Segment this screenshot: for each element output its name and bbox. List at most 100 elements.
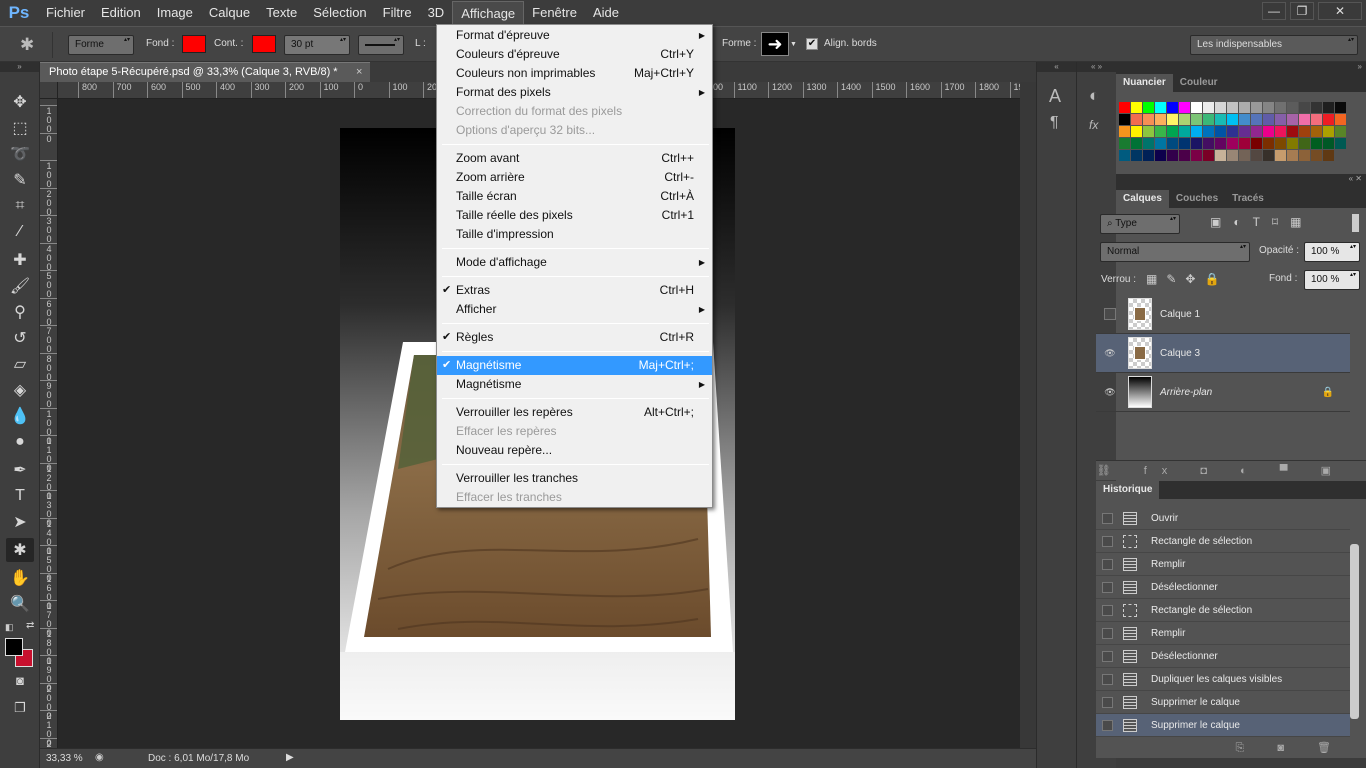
- brush-tool-icon[interactable]: 🖌: [6, 274, 34, 298]
- move-tool-icon[interactable]: ✥: [6, 90, 34, 114]
- swatch-cell[interactable]: [1287, 138, 1298, 149]
- menu-aide[interactable]: Aide: [585, 1, 627, 25]
- shape-mode-select[interactable]: Forme: [68, 35, 134, 55]
- swatch-cell[interactable]: [1311, 114, 1322, 125]
- swatch-cell[interactable]: [1167, 102, 1178, 113]
- swatch-cell[interactable]: [1179, 138, 1190, 149]
- restore-button[interactable]: ❐: [1290, 2, 1314, 20]
- eye-icon[interactable]: 👁: [1104, 347, 1116, 359]
- vertical-ruler[interactable]: 100 0 100 200 300 400 500 600 700 800 900 1000 1100 1…: [40, 99, 58, 748]
- swatch-cell[interactable]: [1335, 102, 1346, 113]
- layer-filter-select[interactable]: ⌕ Type: [1100, 214, 1180, 234]
- swatch-cell[interactable]: [1167, 126, 1178, 137]
- swatch-cell[interactable]: [1251, 114, 1262, 125]
- history-source-checkbox[interactable]: [1102, 512, 1113, 524]
- swatch-cell[interactable]: [1203, 114, 1214, 125]
- tab-layers[interactable]: Calques: [1116, 190, 1169, 208]
- swatch-cell[interactable]: [1131, 150, 1142, 161]
- swatch-cell[interactable]: [1119, 102, 1130, 113]
- menu-item-taille-d-impression[interactable]: Taille d'impression: [437, 225, 712, 244]
- swatch-cell[interactable]: [1263, 102, 1274, 113]
- visibility-toggle[interactable]: [1104, 308, 1116, 320]
- history-item[interactable]: Ouvrir: [1096, 507, 1350, 530]
- chevron-down-icon[interactable]: ▼: [790, 41, 797, 48]
- menu-texte[interactable]: Texte: [258, 1, 305, 25]
- stroke-swatch[interactable]: [252, 35, 276, 53]
- history-item[interactable]: Rectangle de sélection: [1096, 599, 1350, 622]
- healing-brush-tool-icon[interactable]: ✚: [6, 248, 34, 272]
- swatch-cell[interactable]: [1191, 114, 1202, 125]
- swatch-cell[interactable]: [1119, 150, 1130, 161]
- filter-toggle[interactable]: [1352, 214, 1359, 232]
- swatch-cell[interactable]: [1227, 114, 1238, 125]
- default-colors-icon[interactable]: ◧: [5, 622, 14, 633]
- type-tool-icon[interactable]: T: [6, 484, 34, 508]
- layer-row[interactable]: 👁 Calque 3: [1096, 334, 1350, 373]
- close-tab-icon[interactable]: ×: [356, 63, 362, 81]
- lock-icons[interactable]: ▦✎✥🔒: [1146, 272, 1228, 286]
- dodge-tool-icon[interactable]: ●: [6, 430, 34, 454]
- history-item[interactable]: Remplir: [1096, 553, 1350, 576]
- layer-row[interactable]: 👁 Arrière-plan 🔒: [1096, 373, 1350, 412]
- panel-collapse-icon[interactable]: »: [0, 62, 39, 72]
- menu-sélection[interactable]: Sélection: [305, 1, 374, 25]
- swatch-cell[interactable]: [1131, 138, 1142, 149]
- tab-history[interactable]: Historique: [1096, 481, 1160, 499]
- foreground-color-swatch[interactable]: [5, 638, 23, 656]
- swatch-cell[interactable]: [1119, 126, 1130, 137]
- zoom-level[interactable]: 33,33 %: [46, 753, 83, 764]
- swatch-cell[interactable]: [1335, 138, 1346, 149]
- swatch-cell[interactable]: [1227, 150, 1238, 161]
- swatch-cell[interactable]: [1323, 102, 1334, 113]
- lasso-tool-icon[interactable]: ➰: [6, 142, 34, 166]
- history-item[interactable]: Supprimer le calque: [1096, 714, 1350, 737]
- swatch-cell[interactable]: [1239, 150, 1250, 161]
- eraser-tool-icon[interactable]: ▱: [6, 352, 34, 376]
- history-source-checkbox[interactable]: [1102, 604, 1113, 616]
- fill-swatch[interactable]: [182, 35, 206, 53]
- swatch-cell[interactable]: [1323, 150, 1334, 161]
- layer-actions-bar[interactable]: ⛓ fx ◘ ◐ ▀ ▣ 🗑: [1096, 460, 1366, 497]
- history-source-checkbox[interactable]: [1102, 696, 1113, 708]
- swatch-cell[interactable]: [1227, 138, 1238, 149]
- history-actions-bar[interactable]: ⎘ ◙ 🗑: [1096, 738, 1366, 758]
- menu-filtre[interactable]: Filtre: [375, 1, 420, 25]
- menu-item-taille-réelle-des-pixels[interactable]: Taille réelle des pixels Ctrl+1: [437, 206, 712, 225]
- swatch-cell[interactable]: [1299, 126, 1310, 137]
- paint-bucket-tool-icon[interactable]: ◈: [6, 378, 34, 402]
- menu-item-format-d-épreuve[interactable]: Format d'épreuve ▶: [437, 26, 712, 45]
- document-tab[interactable]: Photo étape 5-Récupéré.psd @ 33,3% (Calq…: [40, 62, 370, 82]
- swatch-cell[interactable]: [1299, 150, 1310, 161]
- swatch-cell[interactable]: [1143, 126, 1154, 137]
- swatch-cell[interactable]: [1251, 138, 1262, 149]
- swatch-cell[interactable]: [1179, 102, 1190, 113]
- pen-tool-icon[interactable]: ✒: [6, 458, 34, 482]
- menu-item-format-des-pixels[interactable]: Format des pixels ▶: [437, 83, 712, 102]
- tab-swatches[interactable]: Nuancier: [1116, 74, 1173, 92]
- swatch-cell[interactable]: [1263, 126, 1274, 137]
- swatch-cell[interactable]: [1275, 150, 1286, 161]
- swatch-cell[interactable]: [1167, 150, 1178, 161]
- swatch-cell[interactable]: [1155, 114, 1166, 125]
- minimize-button[interactable]: —: [1262, 2, 1286, 20]
- menu-item-mode-d-affichage[interactable]: Mode d'affichage ▶: [437, 253, 712, 272]
- swatch-cell[interactable]: [1287, 114, 1298, 125]
- layer-filter-icons[interactable]: ▣◐T⌑▦: [1210, 215, 1313, 229]
- adjustments-panel-icon[interactable]: ◐: [1089, 86, 1099, 106]
- swatch-cell[interactable]: [1251, 126, 1262, 137]
- swatch-cell[interactable]: [1143, 102, 1154, 113]
- swatch-cell[interactable]: [1179, 150, 1190, 161]
- menu-edition[interactable]: Edition: [93, 1, 149, 25]
- swatch-cell[interactable]: [1167, 138, 1178, 149]
- history-item[interactable]: Supprimer le calque: [1096, 691, 1350, 714]
- menu-item-afficher[interactable]: Afficher ▶: [437, 300, 712, 319]
- swatch-cell[interactable]: [1203, 102, 1214, 113]
- menu-affichage[interactable]: Affichage: [452, 1, 525, 25]
- swatch-cell[interactable]: [1155, 138, 1166, 149]
- swatch-cell[interactable]: [1179, 126, 1190, 137]
- menu-item-magnétisme[interactable]: Magnétisme ▶: [437, 375, 712, 394]
- history-item[interactable]: Rectangle de sélection: [1096, 530, 1350, 553]
- swatch-cell[interactable]: [1275, 102, 1286, 113]
- swatch-cell[interactable]: [1239, 102, 1250, 113]
- history-item[interactable]: Désélectionner: [1096, 645, 1350, 668]
